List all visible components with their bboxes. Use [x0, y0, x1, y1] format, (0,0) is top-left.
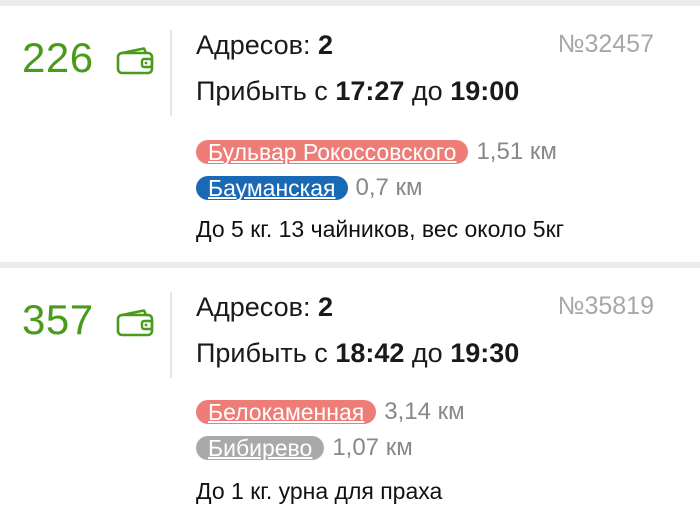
metro-station-badge[interactable]: Бауманская	[196, 176, 348, 200]
order-number: №35819	[557, 292, 654, 320]
metro-station-badge[interactable]: Бибирево	[196, 436, 325, 460]
wallet-icon	[116, 46, 156, 76]
arrival-window: Прибыть с 17:27 до 19:00	[196, 76, 519, 107]
arrive-prefix: Прибыть с	[196, 76, 328, 106]
arrive-mid: до	[411, 76, 443, 106]
metro-station-row: Белокаменная 3,14 км	[196, 398, 465, 426]
metro-station-row: Бауманская 0,7 км	[196, 174, 423, 202]
order-number: №32457	[557, 30, 654, 58]
metro-station-badge[interactable]: Бульвар Рокоссовского	[196, 140, 469, 164]
arrive-to: 19:00	[450, 76, 520, 106]
metro-distance: 3,14 км	[384, 398, 465, 425]
card-separator	[170, 292, 172, 378]
metro-distance: 0,7 км	[355, 174, 423, 201]
arrive-from: 17:27	[335, 76, 405, 106]
arrive-to: 19:30	[450, 338, 520, 368]
metro-station-row: Бульвар Рокоссовского 1,51 км	[196, 138, 557, 166]
metro-distance: 1,07 км	[332, 434, 413, 461]
addresses-count: 2	[317, 292, 334, 322]
addresses-count-line: Адресов: 2	[196, 30, 333, 61]
addresses-label: Адресов:	[196, 30, 311, 60]
metro-station-row: Бибирево 1,07 км	[196, 434, 413, 462]
metro-distance: 1,51 км	[476, 138, 557, 165]
addresses-count: 2	[317, 30, 334, 60]
arrive-from: 18:42	[335, 338, 405, 368]
order-card[interactable]: 357 Адресов: 2 №35819 Прибыть с 18:42 до…	[0, 268, 700, 529]
addresses-label: Адресов:	[196, 292, 311, 322]
arrival-window: Прибыть с 18:42 до 19:30	[196, 338, 519, 369]
order-price: 226	[22, 34, 94, 81]
arrive-prefix: Прибыть с	[196, 338, 328, 368]
addresses-count-line: Адресов: 2	[196, 292, 333, 323]
wallet-icon	[116, 308, 156, 338]
order-price: 357	[22, 296, 94, 343]
order-card[interactable]: 226 Адресов: 2 №32457 Прибыть с 17:27 до…	[0, 6, 700, 264]
order-description: До 5 кг. 13 чайников, вес около 5кг	[196, 216, 565, 242]
order-description: До 1 кг. урна для праха	[196, 478, 443, 504]
card-separator	[170, 30, 172, 116]
arrive-mid: до	[411, 338, 443, 368]
metro-station-badge[interactable]: Белокаменная	[196, 400, 377, 424]
